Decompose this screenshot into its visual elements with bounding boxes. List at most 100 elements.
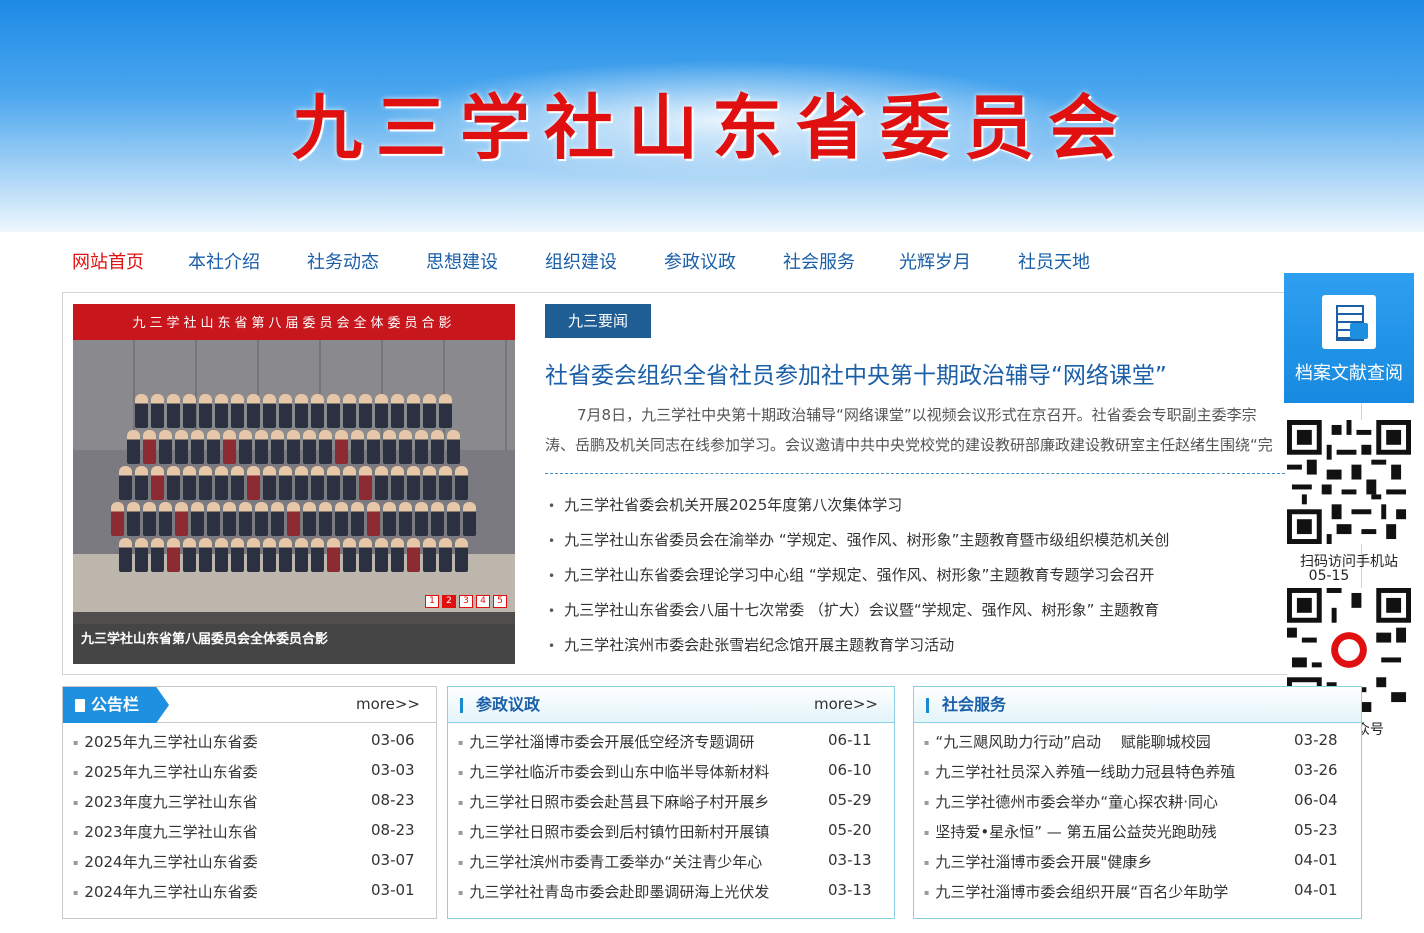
notice-item-text[interactable]: 2025年九三学社山东省委 <box>84 763 257 781</box>
politics-item-date: 03-13 <box>828 881 872 899</box>
notice-item[interactable]: 2025年九三学社山东省委 03-06 <box>73 731 414 761</box>
service-panel: 社会服务 “九三飓风助力行动”启动 赋能聊城校园 03-28 九三学社社员深入养殖… <box>913 686 1362 919</box>
notice-panel: 公告栏 more>> 2025年九三学社山东省委 03-06 2025年九三学社山… <box>62 686 437 919</box>
notice-item-text[interactable]: 2024年九三学社山东省委 <box>84 883 257 901</box>
service-item-text[interactable]: “九三飓风助力行动”启动 赋能聊城校园 <box>935 733 1210 751</box>
person-figure <box>446 430 460 464</box>
notice-item-text[interactable]: 2023年度九三学社山东省 <box>84 823 257 841</box>
person-figure <box>134 538 148 572</box>
slide-dot[interactable]: 3 <box>459 595 473 608</box>
notice-more-link[interactable]: more>> <box>356 695 420 713</box>
person-figure <box>446 502 460 536</box>
politics-item-date: 06-11 <box>828 731 872 749</box>
politics-item-text[interactable]: 九三学社淄博市委会开展低空经济专题调研 <box>469 733 754 751</box>
news-item[interactable]: 九三学社省委会机关开展2025年度第八次集体学习 <box>548 494 1169 529</box>
news-section-tag[interactable]: 九三要闻 <box>545 304 651 338</box>
nav-item-service[interactable]: 社会服务 <box>783 248 855 274</box>
news-item[interactable]: 九三学社山东省委会理论学习中心组 “学规定、强作风、树形象”主题教育专题学习会召… <box>548 564 1169 599</box>
nav-item-organization[interactable]: 组织建设 <box>545 248 617 274</box>
politics-item[interactable]: 九三学社临沂市委会到山东中临半导体新材料 06-10 <box>458 761 871 791</box>
person-figure <box>414 502 428 536</box>
person-figure <box>422 538 436 572</box>
nav-item-about[interactable]: 本社介绍 <box>188 248 260 274</box>
news-headline[interactable]: 社省委会组织全省社员参加社中央第十期政治辅导“网络课堂” <box>545 356 1167 390</box>
person-figure <box>254 430 268 464</box>
news-item[interactable]: 九三学社山东省委员会在渝举办 “学规定、强作风、树形象”主题教育暨市级组织模范机… <box>548 529 1169 564</box>
service-item[interactable]: “九三飓风助力行动”启动 赋能聊城校园 03-28 <box>924 731 1337 761</box>
person-figure <box>142 502 156 536</box>
slide-caption[interactable]: 九三学社山东省第八届委员会全体委员合影 <box>81 628 328 647</box>
politics-item[interactable]: 九三学社滨州市委青工委举办“关注青少年心 03-13 <box>458 851 871 881</box>
notice-item-text[interactable]: 2023年度九三学社山东省 <box>84 793 257 811</box>
service-item[interactable]: 九三学社德州市委会举办“童心探农耕·同心 06-04 <box>924 791 1337 821</box>
slide-dot[interactable]: 5 <box>493 595 507 608</box>
archive-lookup-button[interactable]: 档案文献查阅 <box>1284 273 1414 403</box>
politics-more-link[interactable]: more>> <box>814 695 878 713</box>
nav-item-members[interactable]: 社员天地 <box>1018 248 1090 274</box>
notice-item[interactable]: 2023年度九三学社山东省 08-23 <box>73 821 414 851</box>
divider <box>545 473 1285 474</box>
slide-dot[interactable]: 4 <box>476 595 490 608</box>
person-figure <box>358 538 372 572</box>
nav-item-affairs[interactable]: 社务动态 <box>307 248 379 274</box>
politics-item-text[interactable]: 九三学社社青岛市委会赴即墨调研海上光伏发 <box>469 883 769 901</box>
politics-item-text[interactable]: 九三学社滨州市委青工委举办“关注青少年心 <box>469 853 762 871</box>
politics-title: 参政议政 <box>448 687 570 723</box>
politics-item[interactable]: 九三学社日照市委会赴莒县下麻峪子村开展乡 05-29 <box>458 791 871 821</box>
politics-item-text[interactable]: 九三学社日照市委会赴莒县下麻峪子村开展乡 <box>469 793 769 811</box>
politics-header: 参政议政 more>> <box>448 687 894 723</box>
politics-item-text[interactable]: 九三学社日照市委会到后村镇竹田新村开展镇 <box>469 823 769 841</box>
notice-item[interactable]: 2023年度九三学社山东省 08-23 <box>73 791 414 821</box>
service-item[interactable]: 九三学社社员深入养殖一线助力冠县特色养殖 03-26 <box>924 761 1337 791</box>
person-figure <box>374 394 388 428</box>
slide-dot[interactable]: 1 <box>425 595 439 608</box>
politics-item[interactable]: 九三学社社青岛市委会赴即墨调研海上光伏发 03-13 <box>458 881 871 911</box>
service-item-text[interactable]: 九三学社社员深入养殖一线助力冠县特色养殖 <box>935 763 1235 781</box>
person-figure <box>254 502 268 536</box>
person-figure <box>406 466 420 500</box>
person-figure <box>166 466 180 500</box>
slide-dot-active[interactable]: 2 <box>442 595 456 608</box>
politics-item[interactable]: 九三学社日照市委会到后村镇竹田新村开展镇 05-20 <box>458 821 871 851</box>
service-item[interactable]: 坚持爱•星永恒” — 第五届公益荧光跑助残 05-23 <box>924 821 1337 851</box>
person-figure <box>190 430 204 464</box>
photo-banner-text: 九三学社山东省第八届委员会全体委员合影 <box>132 316 456 331</box>
person-figure <box>238 502 252 536</box>
photo-row <box>93 502 493 536</box>
news-item[interactable]: 九三学社山东省委会八届十七次常委 （扩大）会议暨“学规定、强作风、树形象” 主题… <box>548 599 1169 634</box>
service-item[interactable]: 九三学社淄博市委会组织开展“百名少年助学 04-01 <box>924 881 1337 911</box>
photo-slideshow[interactable]: 九三学社山东省第八届委员会全体委员合影 1 2 3 4 5 九三学社山东省第八届… <box>73 304 515 664</box>
person-figure <box>166 394 180 428</box>
service-item-date: 03-26 <box>1294 761 1338 779</box>
person-figure <box>262 394 276 428</box>
nav-item-home[interactable]: 网站首页 <box>72 248 144 274</box>
politics-item-text[interactable]: 九三学社临沂市委会到山东中临半导体新材料 <box>469 763 769 781</box>
notice-item[interactable]: 2024年九三学社山东省委 03-07 <box>73 851 414 881</box>
notice-item[interactable]: 2024年九三学社山东省委 03-01 <box>73 881 414 911</box>
notice-title: 公告栏 <box>63 687 170 723</box>
news-item[interactable]: 九三学社滨州市委会赴张雪岩纪念馆开展主题教育学习活动 <box>548 634 1169 669</box>
notice-item[interactable]: 2025年九三学社山东省委 03-03 <box>73 761 414 791</box>
person-figure <box>358 466 372 500</box>
service-item[interactable]: 九三学社淄博市委会开展"健康乡 04-01 <box>924 851 1337 881</box>
notice-item-text[interactable]: 2024年九三学社山东省委 <box>84 853 257 871</box>
nav-item-history[interactable]: 光辉岁月 <box>899 248 971 274</box>
person-figure <box>182 466 196 500</box>
person-figure <box>174 430 188 464</box>
news-summary: 7月8日，九三学社中央第十期政治辅导“网络课堂”以视频会议形式在京召开。社省委会… <box>545 406 1273 454</box>
person-figure <box>134 394 148 428</box>
nav-item-ideology[interactable]: 思想建设 <box>426 248 498 274</box>
person-figure <box>206 430 220 464</box>
nav-item-politics[interactable]: 参政议政 <box>664 248 736 274</box>
person-figure <box>294 538 308 572</box>
service-item-text[interactable]: 坚持爱•星永恒” — 第五届公益荧光跑助残 <box>935 823 1216 841</box>
person-figure <box>366 502 380 536</box>
service-item-text[interactable]: 九三学社淄博市委会开展"健康乡 <box>935 853 1152 871</box>
notice-item-text[interactable]: 2025年九三学社山东省委 <box>84 733 257 751</box>
person-figure <box>134 466 148 500</box>
person-figure <box>246 394 260 428</box>
service-item-text[interactable]: 九三学社淄博市委会组织开展“百名少年助学 <box>935 883 1228 901</box>
politics-item[interactable]: 九三学社淄博市委会开展低空经济专题调研 06-11 <box>458 731 871 761</box>
service-item-text[interactable]: 九三学社德州市委会举办“童心探农耕·同心 <box>935 793 1218 811</box>
person-figure <box>158 502 172 536</box>
